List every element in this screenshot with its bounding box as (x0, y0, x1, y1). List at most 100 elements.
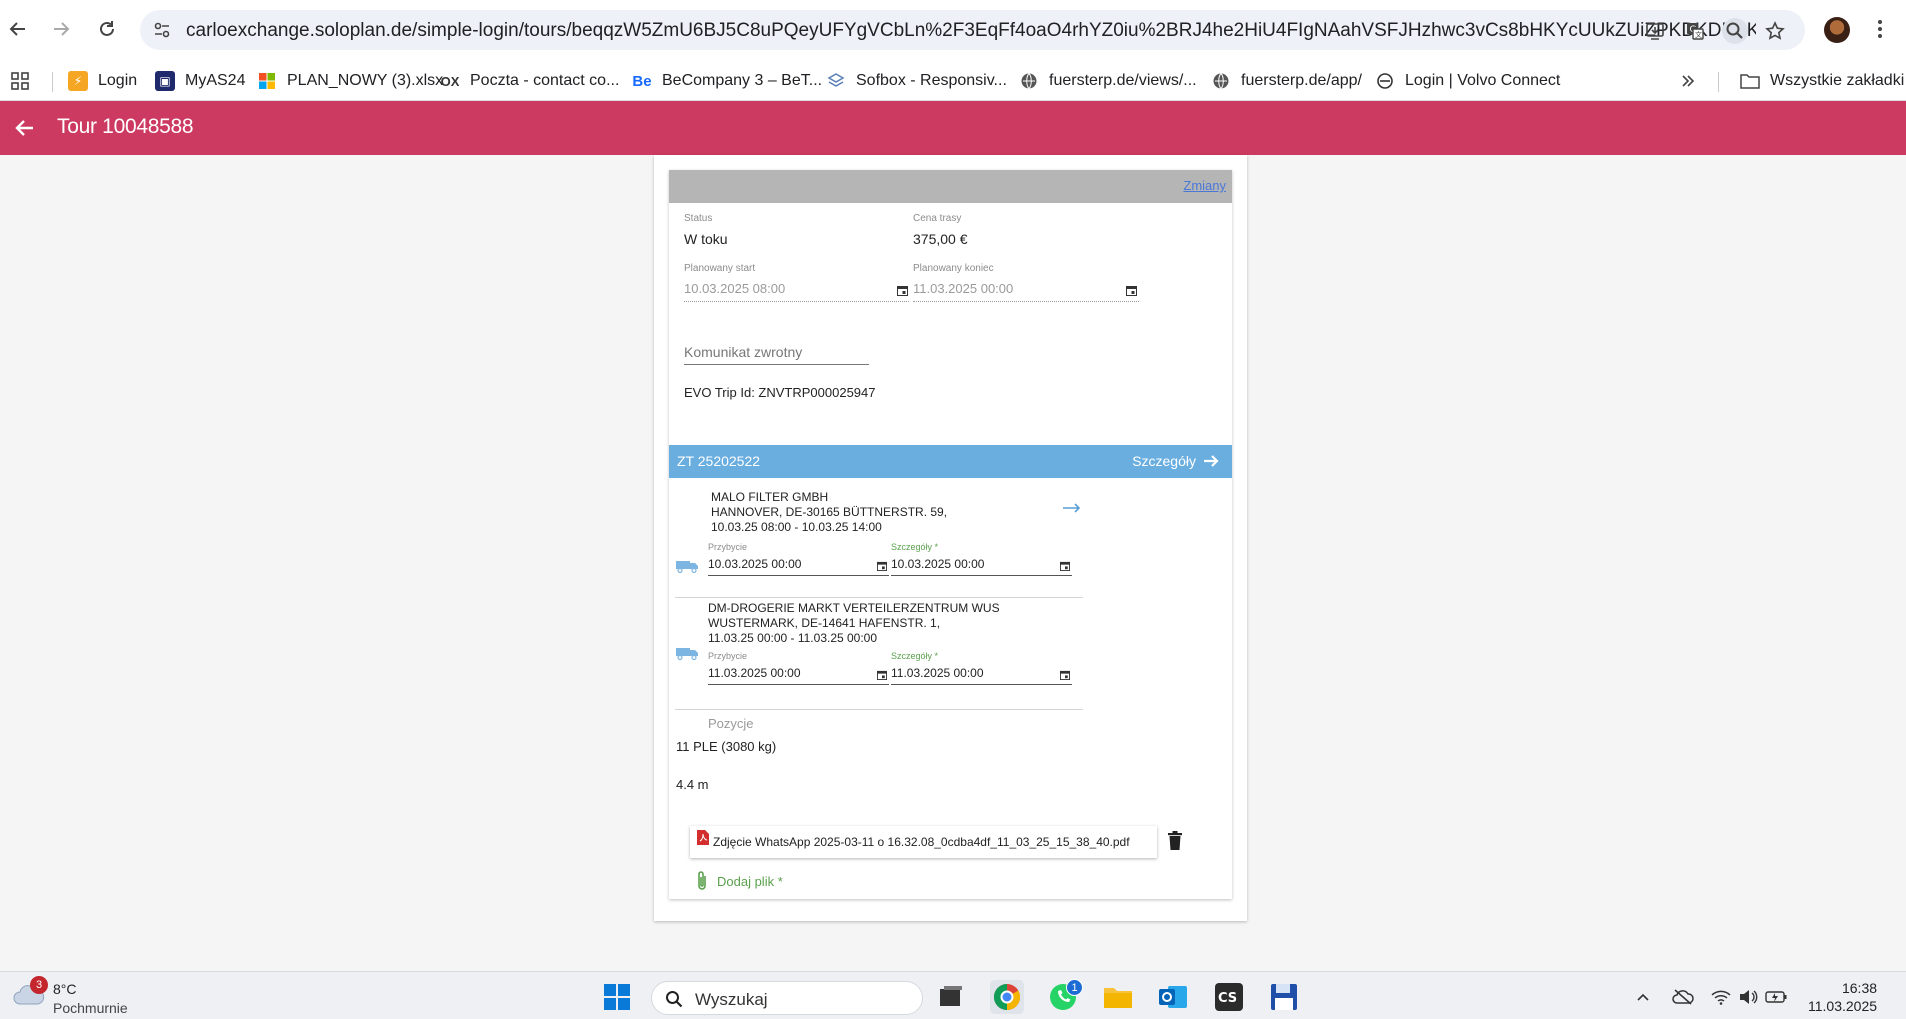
url-text[interactable]: carloexchange.soloplan.de/simple-login/t… (186, 20, 1756, 42)
feedback-underline (684, 364, 869, 365)
calendar-icon[interactable] (1126, 285, 1137, 296)
reload-icon[interactable] (92, 14, 122, 44)
stop-time-window: 11.03.25 00:00 - 11.03.25 00:00 (708, 631, 878, 645)
changes-link[interactable]: Zmiany (1183, 178, 1226, 193)
office-icon (257, 71, 277, 91)
task-view-icon[interactable] (934, 980, 968, 1014)
windows-start-icon[interactable] (600, 980, 634, 1014)
address-bar[interactable]: carloexchange.soloplan.de/simple-login/t… (140, 10, 1805, 50)
stop-2-details-label: Szczegóły * (891, 651, 939, 661)
outlook-icon[interactable] (1156, 980, 1190, 1014)
stop-street: HANNOVER, DE-30165 BÜTTNERSTR. 59, (711, 505, 948, 519)
save-disk-icon[interactable] (1267, 980, 1301, 1014)
browser-menu-icon[interactable] (1870, 14, 1890, 44)
planned-end-label: Planowany koniec (913, 263, 994, 274)
chevron-up-icon[interactable] (1632, 986, 1654, 1008)
profile-avatar[interactable] (1824, 17, 1850, 43)
clock-time: 16:38 (1841, 980, 1878, 996)
file-explorer-icon[interactable] (1101, 980, 1135, 1014)
length-value: 4.4 m (676, 777, 709, 792)
forward-icon[interactable] (46, 14, 76, 44)
stop-2-arrival-field[interactable]: 11.03.2025 00:00 (708, 666, 801, 680)
chrome-icon[interactable] (990, 980, 1024, 1014)
planned-end-field[interactable]: 11.03.2025 00:00 (913, 281, 1013, 296)
file-name[interactable]: Zdjęcie WhatsApp 2025-03-11 o 16.32.08_0… (713, 835, 1130, 849)
positions-value: 11 PLE (3080 kg) (676, 739, 777, 754)
feedback-input[interactable]: Komunikat zwrotny (684, 344, 802, 360)
calendar-icon[interactable] (1060, 670, 1070, 680)
stop-1-details-underline (891, 575, 1072, 576)
volume-icon[interactable] (1737, 986, 1759, 1008)
bookmark-poczta[interactable]: OX Poczta - contact co... (440, 69, 620, 93)
bookmark-myas24[interactable]: ▣ MyAS24 (155, 69, 245, 93)
planned-start-field[interactable]: 10.03.2025 08:00 (684, 281, 785, 296)
stop-2-details-field[interactable]: 11.03.2025 00:00 (891, 666, 984, 680)
taskbar-search[interactable]: Wyszukaj (651, 981, 923, 1015)
stack-icon (826, 71, 846, 91)
weather-desc[interactable]: Pochmurnie (53, 1000, 128, 1016)
calendar-icon[interactable] (877, 670, 887, 680)
volvo-icon (1375, 71, 1395, 91)
order-details-button[interactable]: Szczegóły (1132, 452, 1220, 470)
arrow-right-icon (1204, 455, 1219, 467)
bookmarks-divider (1718, 72, 1719, 92)
calendar-icon[interactable] (877, 561, 887, 571)
attached-file[interactable]: Zdjęcie WhatsApp 2025-03-11 o 16.32.08_0… (690, 826, 1157, 858)
delete-icon[interactable] (1167, 831, 1183, 851)
positions-label: Pozycje (708, 716, 754, 731)
onedrive-offline-icon[interactable] (1672, 986, 1694, 1008)
status-value: W toku (684, 231, 728, 247)
whatsapp-badge: 1 (1066, 979, 1083, 996)
bookmark-fuersterp-app[interactable]: fuersterp.de/app/ (1211, 69, 1362, 93)
weather-badge: 3 (30, 976, 48, 994)
zoom-icon[interactable] (1722, 18, 1748, 44)
bolt-icon: ⚡ (68, 71, 88, 91)
bookmark-becompany[interactable]: Be BeCompany 3 – BeT... (632, 69, 822, 93)
battery-icon[interactable] (1765, 986, 1787, 1008)
bookmark-fuersterp-views[interactable]: fuersterp.de/views/... (1019, 69, 1197, 93)
add-file-label: Dodaj plik * (717, 873, 783, 889)
bookmark-plan-nowy[interactable]: PLAN_NOWY (3).xlsx (257, 69, 443, 93)
stop-name: DM-DROGERIE MARKT VERTEILERZENTRUM WUS (708, 601, 1000, 615)
stop-1-arrival-field[interactable]: 10.03.2025 00:00 (708, 557, 801, 571)
calendar-icon[interactable] (1060, 561, 1070, 571)
stop-1-address: MALO FILTER GMBH HANNOVER, DE-30165 BÜTT… (711, 490, 947, 535)
bookmark-login[interactable]: ⚡ Login (68, 69, 137, 93)
planned-start-label: Planowany start (684, 263, 756, 274)
all-bookmarks-folder[interactable]: Wszystkie zakładki (1740, 69, 1904, 93)
wifi-icon[interactable] (1710, 986, 1732, 1008)
calendar-icon[interactable] (897, 285, 908, 296)
add-file-button[interactable]: Dodaj plik * (695, 870, 783, 892)
translate-icon[interactable]: G文 (1682, 18, 1708, 44)
stop-time-window: 10.03.25 08:00 - 10.03.25 14:00 (711, 520, 882, 534)
price-label: Cena trasy (913, 213, 962, 224)
back-icon[interactable] (3, 14, 33, 44)
stop-1-arrival-label: Przybycie (708, 542, 748, 552)
site-settings-icon[interactable] (152, 20, 172, 40)
stop-1-details-field[interactable]: 10.03.2025 00:00 (891, 557, 984, 571)
svg-text:CS: CS (1218, 991, 1237, 1006)
install-app-icon[interactable] (1642, 18, 1668, 44)
more-bookmarks-icon[interactable] (1680, 69, 1696, 93)
back-arrow-icon[interactable] (12, 115, 38, 141)
stop-1-details-label: Szczegóły * (891, 542, 939, 552)
stop-1-arrival-underline (708, 575, 889, 576)
tour-card-header: Zmiany (669, 170, 1232, 203)
planned-end-underline (913, 301, 1139, 302)
taskbar-clock[interactable]: 16:38 11.03.2025 (1808, 979, 1877, 1015)
app-header: Tour 10048588 (0, 101, 1906, 155)
bookmark-volvo-connect[interactable]: Login | Volvo Connect (1375, 69, 1560, 93)
cs-app-icon[interactable]: CS (1212, 980, 1246, 1014)
folder-icon (1740, 71, 1760, 91)
windows-taskbar: 3 8°C Pochmurnie Wyszukaj 1 CS 16:38 11.… (0, 971, 1906, 1019)
apps-grid-icon[interactable] (10, 69, 30, 93)
bookmark-star-icon[interactable] (1762, 18, 1788, 44)
stop-2-arrival-underline (708, 684, 889, 685)
bookmarks-divider (52, 72, 53, 92)
stop-2-address: DM-DROGERIE MARKT VERTEILERZENTRUM WUS W… (708, 601, 1000, 646)
stop-name: MALO FILTER GMBH (711, 490, 829, 504)
stop-2-details-underline (891, 684, 1072, 685)
bookmark-sofbox[interactable]: Sofbox - Responsiv... (826, 69, 1007, 93)
weather-temp[interactable]: 8°C (53, 981, 77, 997)
stop-street: WUSTERMARK, DE-14641 HAFENSTR. 1, (708, 616, 941, 630)
